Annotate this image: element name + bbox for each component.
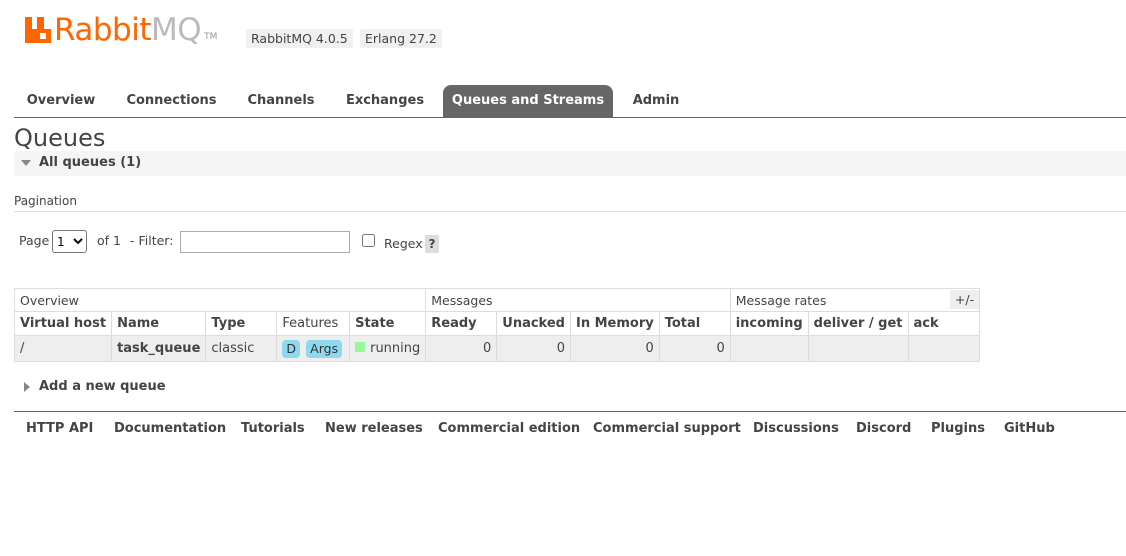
footer-link-discord[interactable]: Discord [856, 421, 911, 436]
tab-exchanges[interactable]: Exchanges [338, 85, 432, 117]
footer-link-plugins[interactable]: Plugins [931, 421, 985, 436]
filter-label: - Filter: [130, 233, 174, 248]
group-header-overview: Overview [13, 288, 427, 312]
rabbitmq-logo-icon [25, 17, 51, 43]
cell-total: 0 [658, 335, 731, 362]
cell-state: running [349, 335, 427, 362]
all-queues-label: All queues (1) [39, 155, 142, 170]
cell-type: classic [205, 335, 278, 362]
pagination-heading: Pagination [14, 194, 77, 208]
footer-link-new-releases[interactable]: New releases [325, 421, 423, 436]
col-features: Features [276, 311, 351, 336]
expand-triangle-icon [24, 382, 30, 392]
cell-ack [907, 335, 980, 362]
main-nav-tabs: Overview Connections Channels Exchanges … [14, 85, 1126, 118]
pagination-divider [14, 211, 1126, 212]
page-title: Queues [14, 124, 106, 152]
cell-virtual-host: / [13, 335, 113, 362]
cell-ready: 0 [425, 335, 498, 362]
footer-link-commercial-support[interactable]: Commercial support [593, 421, 741, 436]
cell-incoming [729, 335, 809, 362]
col-total[interactable]: Total [658, 311, 731, 336]
erlang-version-badge: Erlang 27.2 [360, 29, 442, 48]
cell-in-memory: 0 [569, 335, 660, 362]
page-label: Page [19, 233, 50, 248]
col-ack[interactable]: ack [907, 311, 980, 336]
footer-link-discussions[interactable]: Discussions [753, 421, 839, 436]
all-queues-toggle[interactable]: All queues (1) [14, 151, 1126, 176]
col-state[interactable]: State [349, 311, 427, 336]
regex-help-icon[interactable]: ? [425, 235, 439, 253]
regex-label: Regex [384, 236, 423, 251]
footer-link-github[interactable]: GitHub [1004, 421, 1055, 436]
logo-wordmark: RabbitMQ [54, 12, 202, 48]
logo-trademark: TM [204, 32, 218, 42]
cell-features: D Args [276, 335, 351, 362]
footer-divider [14, 411, 1126, 412]
tab-connections[interactable]: Connections [118, 85, 225, 117]
col-type[interactable]: Type [205, 311, 278, 336]
group-header-messages: Messages [425, 288, 731, 312]
group-header-message-rates: Message rates [729, 288, 980, 312]
table-row: / task_queue classic D Args running 0 0 … [13, 335, 980, 362]
rabbitmq-logo: RabbitMQ TM [25, 12, 217, 46]
running-status-icon [355, 342, 366, 352]
queues-table: Overview Messages Message rates Virtual … [13, 288, 980, 362]
cell-unacked: 0 [496, 335, 571, 362]
add-queue-label: Add a new queue [39, 379, 166, 394]
tab-queues-and-streams[interactable]: Queues and Streams [443, 85, 613, 117]
column-toggle-button[interactable]: +/- [950, 290, 979, 309]
col-ready[interactable]: Ready [425, 311, 498, 336]
feature-args-badge[interactable]: Args [306, 339, 343, 358]
state-label: running [370, 341, 421, 356]
col-deliver-get[interactable]: deliver / get [807, 311, 909, 336]
collapse-triangle-icon [21, 160, 31, 166]
queue-name-link[interactable]: task_queue [111, 335, 207, 362]
cell-deliver-get [807, 335, 909, 362]
col-virtual-host[interactable]: Virtual host [13, 311, 113, 336]
col-incoming[interactable]: incoming [729, 311, 809, 336]
footer-link-commercial-edition[interactable]: Commercial edition [438, 421, 580, 436]
page-of-label: of 1 [97, 233, 121, 248]
rabbitmq-version-badge: RabbitMQ 4.0.5 [246, 29, 353, 48]
tab-channels[interactable]: Channels [238, 85, 324, 117]
footer-link-documentation[interactable]: Documentation [114, 421, 226, 436]
regex-checkbox[interactable] [362, 234, 375, 247]
col-name[interactable]: Name [111, 311, 207, 336]
col-in-memory[interactable]: In Memory [569, 311, 660, 336]
tab-overview[interactable]: Overview [14, 85, 108, 117]
col-unacked[interactable]: Unacked [496, 311, 571, 336]
footer-link-http-api[interactable]: HTTP API [26, 421, 93, 436]
tab-admin[interactable]: Admin [626, 85, 686, 117]
footer-link-tutorials[interactable]: Tutorials [241, 421, 305, 436]
page-select[interactable]: 1 [52, 230, 87, 253]
feature-durable-badge: D [282, 339, 301, 358]
filter-input[interactable] [180, 231, 350, 253]
